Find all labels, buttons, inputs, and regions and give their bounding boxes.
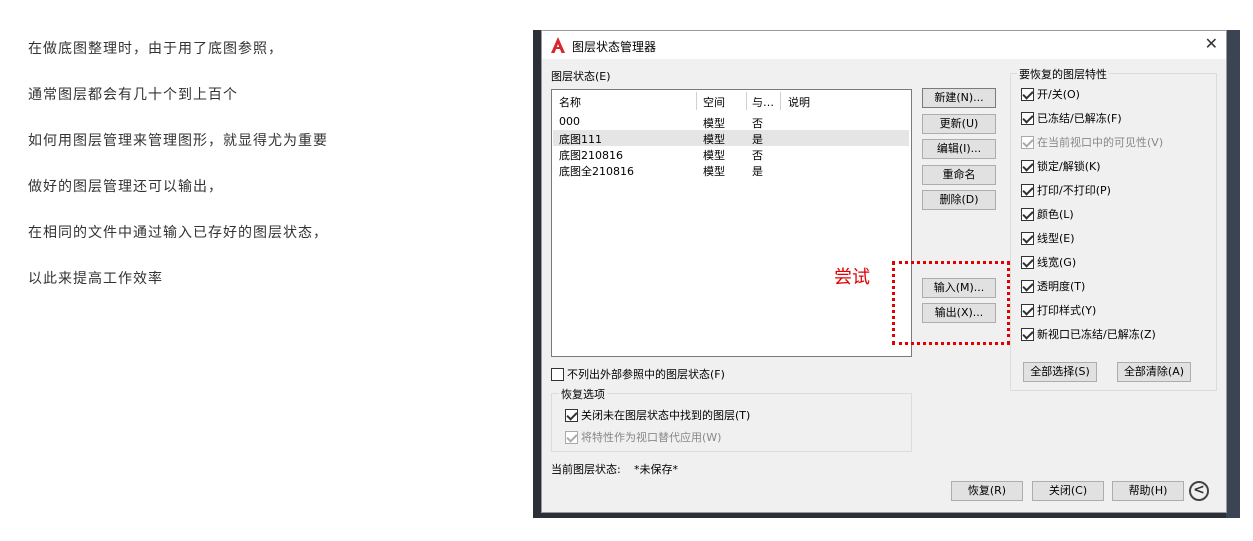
checkbox-box [565, 430, 578, 444]
prop-label: 已冻结/已解冻(F) [1037, 112, 1122, 125]
checkbox-box[interactable] [1021, 327, 1034, 341]
restore-props-title: 要恢复的图层特性 [1017, 66, 1109, 82]
column-header-name[interactable]: 名称 [559, 94, 581, 110]
prop-checkbox[interactable]: 颜色(L) [1021, 206, 1074, 222]
annotation-highlight-box [892, 261, 1010, 345]
row-name: 000 [559, 115, 580, 128]
article-line: 做好的图层管理还可以输出， [28, 179, 223, 195]
prop-checkbox[interactable]: 新视口已冻结/已解冻(Z) [1021, 326, 1156, 342]
checkbox-box[interactable] [1021, 87, 1034, 101]
checkbox-box[interactable] [1021, 111, 1034, 125]
rename-button[interactable]: 重命名 [922, 165, 996, 185]
prop-checkbox[interactable]: 打印样式(Y) [1021, 302, 1096, 318]
row-same: 否 [752, 117, 763, 130]
close-icon[interactable]: ✕ [1205, 34, 1218, 53]
column-separator[interactable] [780, 92, 781, 110]
current-state-label: 当前图层状态: [551, 463, 621, 476]
clear-all-button[interactable]: 全部清除(A) [1117, 362, 1191, 382]
layer-state-manager-dialog: 图层状态管理器 ✕ 图层状态(E) 名称 空间 与… 说明 000 模型 否 底… [541, 30, 1227, 513]
article-line: 在相同的文件中通过输入已存好的图层状态， [28, 225, 328, 241]
prop-checkbox[interactable]: 打印/不打印(P) [1021, 182, 1111, 198]
article-line: 在做底图整理时，由于用了底图参照， [28, 41, 283, 57]
select-all-button[interactable]: 全部选择(S) [1023, 362, 1097, 382]
row-same: 是 [752, 133, 763, 146]
column-separator[interactable] [696, 92, 697, 110]
row-name: 底图111 [559, 133, 602, 146]
no-xref-checkbox[interactable]: 不列出外部参照中的图层状态(F) [551, 366, 725, 382]
row-name: 底图全210816 [559, 165, 634, 178]
states-label: 图层状态(E) [551, 70, 611, 83]
prop-label: 在当前视口中的可见性(V) [1037, 136, 1164, 149]
row-same: 否 [752, 149, 763, 162]
prop-checkbox: 在当前视口中的可见性(V) [1021, 134, 1163, 150]
checkbox-box[interactable] [1021, 231, 1034, 245]
prop-checkbox[interactable]: 开/关(O) [1021, 86, 1080, 102]
checkbox-box[interactable] [551, 367, 564, 381]
checkbox-box[interactable] [565, 408, 578, 422]
prop-label: 线型(E) [1037, 232, 1075, 245]
row-space: 模型 [703, 149, 725, 162]
table-row[interactable]: 底图全210816 模型 是 [553, 162, 909, 178]
prop-checkbox[interactable]: 已冻结/已解冻(F) [1021, 110, 1122, 126]
column-header-space[interactable]: 空间 [703, 94, 725, 110]
article-line: 通常图层都会有几十个到上百个 [28, 87, 238, 103]
prop-label: 透明度(T) [1037, 280, 1086, 293]
prop-label: 打印/不打印(P) [1037, 184, 1111, 197]
restore-off-label: 关闭未在图层状态中找到的图层(T) [581, 409, 751, 422]
restore-off-checkbox[interactable]: 关闭未在图层状态中找到的图层(T) [565, 407, 750, 423]
column-separator[interactable] [746, 92, 747, 110]
row-space: 模型 [703, 165, 725, 178]
checkbox-box [1021, 135, 1034, 149]
checkbox-box[interactable] [1021, 279, 1034, 293]
annotation-label: 尝试 [834, 267, 870, 288]
prop-checkbox[interactable]: 透明度(T) [1021, 278, 1085, 294]
checkbox-box[interactable] [1021, 207, 1034, 221]
prop-label: 锁定/解锁(K) [1037, 160, 1101, 173]
layer-states-list[interactable]: 名称 空间 与… 说明 000 模型 否 底图111 模型 是 底图210816… [551, 89, 912, 357]
checkbox-box[interactable] [1021, 183, 1034, 197]
column-header-desc[interactable]: 说明 [788, 94, 810, 110]
close-button[interactable]: 关闭(C) [1032, 481, 1104, 501]
prop-label: 线宽(G) [1037, 256, 1077, 269]
restore-vp-label: 将特性作为视口替代应用(W) [581, 431, 722, 444]
restore-button[interactable]: 恢复(R) [951, 481, 1023, 501]
edit-button[interactable]: 编辑(I)... [922, 139, 996, 159]
autocad-logo-icon [551, 37, 565, 53]
dialog-titlebar: 图层状态管理器 ✕ [542, 31, 1226, 59]
prop-label: 开/关(O) [1037, 88, 1080, 101]
dialog-title: 图层状态管理器 [572, 40, 657, 54]
delete-button[interactable]: 删除(D) [922, 190, 996, 210]
prop-label: 打印样式(Y) [1037, 304, 1097, 317]
checkbox-box[interactable] [1021, 255, 1034, 269]
collapse-arrow-icon[interactable]: < [1189, 481, 1209, 501]
restore-vp-checkbox: 将特性作为视口替代应用(W) [565, 429, 721, 445]
row-space: 模型 [703, 133, 725, 146]
update-button[interactable]: 更新(U) [922, 114, 996, 134]
table-row[interactable]: 底图111 模型 是 [553, 130, 909, 146]
row-name: 底图210816 [559, 149, 623, 162]
row-same: 是 [752, 165, 763, 178]
current-state-value: *未保存* [634, 463, 678, 476]
table-row[interactable]: 底图210816 模型 否 [553, 146, 909, 162]
row-space: 模型 [703, 117, 725, 130]
cad-side-strip [1226, 30, 1240, 518]
no-xref-label: 不列出外部参照中的图层状态(F) [567, 368, 725, 381]
prop-label: 颜色(L) [1037, 208, 1074, 221]
prop-checkbox[interactable]: 线宽(G) [1021, 254, 1076, 270]
checkbox-box[interactable] [1021, 303, 1034, 317]
prop-label: 新视口已冻结/已解冻(Z) [1037, 328, 1156, 341]
checkbox-box[interactable] [1021, 159, 1034, 173]
restore-options-title: 恢复选项 [559, 386, 607, 402]
article-line: 以此来提高工作效率 [28, 271, 163, 287]
article-text: 在做底图整理时，由于用了底图参照， 通常图层都会有几十个到上百个 如何用图层管理… [28, 38, 508, 314]
help-button[interactable]: 帮助(H) [1112, 481, 1184, 501]
prop-checkbox[interactable]: 锁定/解锁(K) [1021, 158, 1101, 174]
article-line: 如何用图层管理来管理图形，就显得尤为重要 [28, 133, 328, 149]
new-button[interactable]: 新建(N)... [922, 88, 996, 108]
column-header-same[interactable]: 与… [752, 94, 774, 110]
table-row[interactable]: 000 模型 否 [553, 114, 909, 130]
prop-checkbox[interactable]: 线型(E) [1021, 230, 1075, 246]
